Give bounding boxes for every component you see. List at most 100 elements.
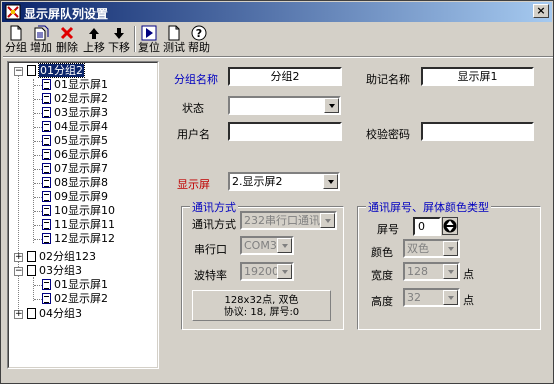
tree-screen-node[interactable]: 02显示屏2	[42, 292, 108, 306]
tree-screen-label: 01显示屏1	[54, 78, 108, 91]
chevron-down-icon[interactable]	[323, 174, 338, 189]
tree-screen-label: 04显示屏4	[54, 120, 108, 133]
close-button[interactable]: ×	[533, 4, 549, 18]
tree-screen-node[interactable]: 01显示屏1	[42, 78, 108, 92]
height-value: 32	[407, 291, 421, 304]
chevron-down-icon[interactable]	[277, 264, 292, 279]
help-button[interactable]: ? 帮助	[187, 23, 211, 55]
color-select[interactable]: 双色	[403, 239, 460, 258]
tree-group-label: 01分组2	[38, 63, 85, 78]
baud-rate-label: 波特率	[194, 269, 227, 282]
width-label: 宽度	[371, 269, 393, 282]
screen-document-icon	[42, 219, 51, 230]
window-title: 显示屏队列设置	[24, 7, 109, 21]
app-icon	[5, 4, 21, 20]
add-button[interactable]: 增加	[29, 23, 53, 55]
height-select[interactable]: 32	[403, 288, 460, 307]
screen-document-icon	[42, 135, 51, 146]
spin-updown-icon[interactable]	[442, 217, 458, 235]
tree-expander[interactable]: −	[14, 267, 23, 276]
document-icon	[27, 251, 36, 262]
height-label: 高度	[371, 295, 393, 308]
test-button[interactable]: 测试	[162, 23, 186, 55]
mnemonic-label: 助记名称	[366, 73, 410, 86]
screen-label: 显示屏	[177, 178, 210, 191]
screen-tree[interactable]: − 01分组2 01显示屏1 02显示屏2 03显示屏3 04显示屏4 05显示…	[7, 61, 159, 369]
tree-screen-label: 02显示屏2	[54, 92, 108, 105]
tree-screen-node[interactable]: 07显示屏7	[42, 162, 108, 176]
screen-info-line1: 128x32点, 双色	[224, 295, 299, 306]
screen-number-field[interactable]: 0	[413, 217, 441, 236]
arrow-up-icon	[89, 28, 99, 39]
serial-port-select[interactable]: COM3	[240, 236, 294, 255]
tree-screen-node[interactable]: 10显示屏10	[42, 204, 115, 218]
tree-expander[interactable]: +	[14, 310, 23, 319]
username-label: 用户名	[177, 128, 210, 141]
comm-mode-label: 通讯方式	[192, 218, 236, 231]
group-button[interactable]: 分组	[5, 23, 27, 55]
tree-screen-node[interactable]: 05显示屏5	[42, 134, 108, 148]
window: 显示屏队列设置 × 分组 增加 删除 上移 下移 复位 测试 ? 帮助 − 01…	[0, 0, 554, 384]
tree-screen-node[interactable]: 11显示屏11	[42, 218, 115, 232]
tree-screen-node[interactable]: 02显示屏2	[42, 92, 108, 106]
screen-select[interactable]: 2.显示屏2	[228, 172, 340, 191]
tree-group-node[interactable]: 01分组2	[27, 63, 85, 78]
tree-screen-node[interactable]: 08显示屏8	[42, 176, 108, 190]
width-value: 128	[407, 265, 428, 278]
tree-group-node[interactable]: 04分组3	[27, 307, 82, 321]
screen-number-label: 屏号	[377, 223, 399, 236]
help-icon: ?	[191, 25, 207, 41]
status-label: 状态	[182, 102, 204, 115]
mnemonic-field[interactable]: 显示屏1	[421, 67, 534, 86]
screen-document-icon	[42, 233, 51, 244]
tree-screen-label: 09显示屏9	[54, 190, 108, 203]
color-label: 颜色	[371, 246, 393, 259]
screen-document-icon	[42, 279, 51, 290]
chevron-down-icon[interactable]	[443, 264, 458, 279]
baud-rate-select[interactable]: 19200	[240, 262, 294, 281]
tree-screen-node[interactable]: 04显示屏4	[42, 120, 108, 134]
tree-group-node[interactable]: 03分组3	[27, 264, 82, 278]
tree-screen-node[interactable]: 09显示屏9	[42, 190, 108, 204]
chevron-down-icon[interactable]	[320, 213, 335, 228]
tree-group-node[interactable]: 02分组123	[27, 250, 96, 264]
chevron-down-icon[interactable]	[324, 98, 339, 113]
group-name-field[interactable]: 分组2	[228, 67, 342, 86]
add-button-label: 增加	[30, 41, 52, 54]
tree-screen-node[interactable]: 12显示屏12	[42, 232, 115, 246]
group-name-label: 分组名称	[174, 73, 218, 86]
tree-screen-node[interactable]: 06显示屏6	[42, 148, 108, 162]
chevron-down-icon[interactable]	[443, 241, 458, 256]
username-field[interactable]	[228, 122, 342, 141]
comm-mode-select[interactable]: 232串行口通讯	[240, 211, 337, 230]
tree-screen-node[interactable]: 01显示屏1	[42, 278, 108, 292]
toolbar-divider	[3, 56, 553, 58]
tree-screen-node[interactable]: 03显示屏3	[42, 106, 108, 120]
serial-port-value: COM3	[244, 239, 277, 252]
serial-port-label: 串行口	[194, 243, 227, 256]
move-up-button[interactable]: 上移	[82, 23, 106, 55]
screen-document-icon	[42, 163, 51, 174]
status-select[interactable]	[228, 96, 341, 115]
tree-expander[interactable]: −	[14, 67, 23, 76]
new-document-icon	[10, 25, 22, 41]
check-password-field[interactable]	[421, 122, 534, 141]
tree-screen-label: 11显示屏11	[54, 218, 115, 231]
check-password-label: 校验密码	[366, 128, 410, 141]
screen-document-icon	[42, 177, 51, 188]
document-icon	[27, 265, 36, 276]
document-icon	[27, 308, 36, 319]
screen-info-box: 128x32点, 双色 协议: 18, 屏号:0	[192, 290, 331, 321]
delete-button[interactable]: 删除	[55, 23, 79, 55]
title-bar: 显示屏队列设置 ×	[2, 2, 552, 22]
move-down-button[interactable]: 下移	[107, 23, 131, 55]
reset-button[interactable]: 复位	[137, 23, 161, 55]
screen-document-icon	[42, 293, 51, 304]
screen-document-icon	[42, 121, 51, 132]
width-select[interactable]: 128	[403, 262, 460, 281]
tree-expander[interactable]: +	[14, 253, 23, 262]
tree-screen-label: 12显示屏12	[54, 232, 115, 245]
screen-document-icon	[42, 191, 51, 202]
chevron-down-icon[interactable]	[443, 290, 458, 305]
chevron-down-icon[interactable]	[277, 238, 292, 253]
